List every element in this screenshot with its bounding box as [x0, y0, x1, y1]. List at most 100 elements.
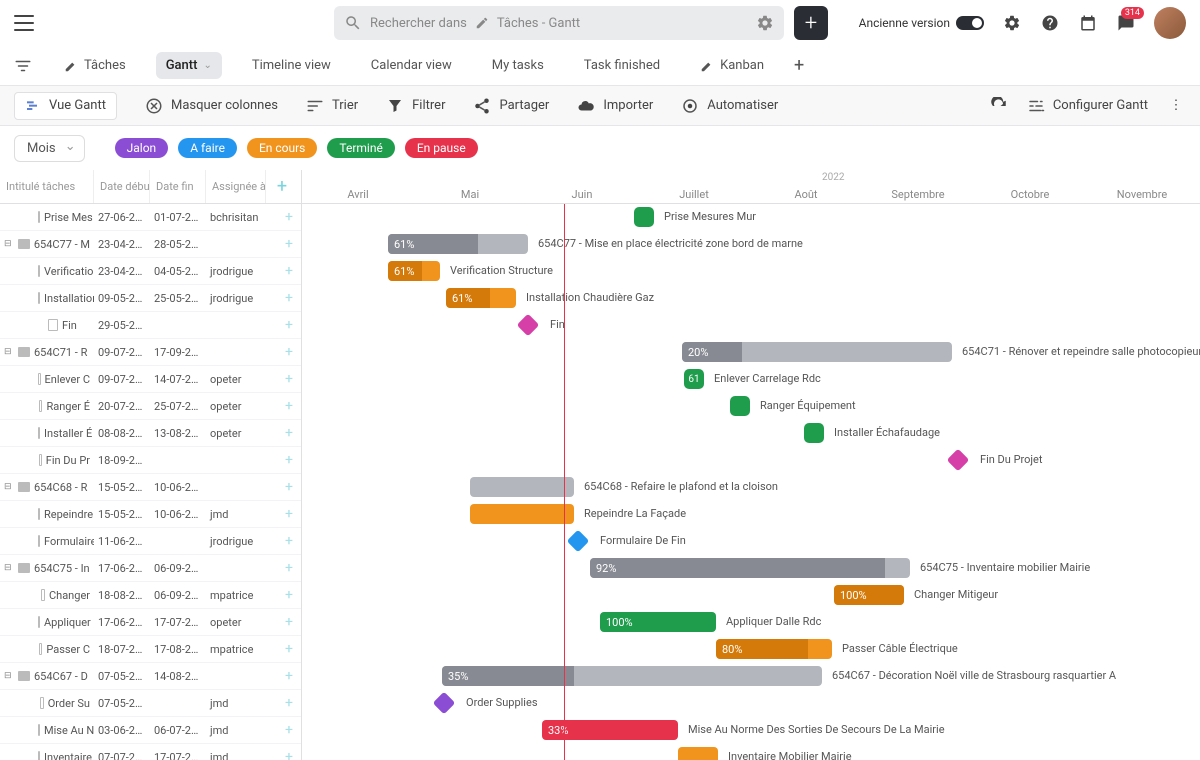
add-subtask-button[interactable]: + [285, 236, 293, 252]
column-header-start[interactable]: Date début [94, 170, 150, 203]
task-row[interactable]: Order Su 07-05-2022 jmd + [0, 690, 301, 717]
settings-icon[interactable] [1002, 13, 1022, 33]
add-subtask-button[interactable]: + [285, 425, 293, 441]
task-row[interactable]: Mise Au N 03-06-2022 06-07-2022 jmd + [0, 717, 301, 744]
gantt-bar[interactable]: 35% [442, 666, 822, 686]
tab-gantt[interactable]: Gantt⌄ [156, 52, 222, 79]
gantt-box[interactable] [634, 207, 654, 227]
task-row[interactable]: ⊟654C68 - R 15-05-2022 10-06-2022 + [0, 474, 301, 501]
calendar-icon[interactable] [1078, 13, 1098, 33]
collapse-icon[interactable]: ⊟ [4, 563, 14, 573]
gantt-box[interactable]: 61 [684, 369, 704, 389]
add-subtask-button[interactable]: + [285, 398, 293, 414]
hide-columns-button[interactable]: Masquer colonnes [145, 97, 278, 115]
gantt-bar[interactable]: 33% [542, 720, 678, 740]
task-row[interactable]: ⊟654C67 - D 07-05-2022 14-08-2022 + [0, 663, 301, 690]
gantt-bar[interactable]: 61% [388, 261, 440, 281]
tab-kanban[interactable]: Kanban [690, 51, 774, 81]
toggle-switch[interactable] [956, 16, 984, 30]
tab-calendar[interactable]: Calendar view [361, 52, 462, 79]
period-dropdown[interactable]: Mois [14, 135, 85, 162]
collapse-icon[interactable]: ⊟ [4, 239, 14, 249]
notifications-icon[interactable]: 314 [1116, 13, 1136, 33]
add-subtask-button[interactable]: + [285, 533, 293, 549]
filter-button[interactable]: Filtrer [386, 97, 445, 115]
task-row[interactable]: Fin Du Pr 18-09-2022 + [0, 447, 301, 474]
search-input[interactable]: Rechercher dans Tâches - Gantt [334, 6, 784, 40]
add-column-button[interactable]: + [266, 170, 298, 203]
column-header-end[interactable]: Date fin [150, 170, 206, 203]
gantt-bar[interactable]: 80% [716, 639, 832, 659]
column-header-name[interactable]: Intitulé tâches [0, 170, 94, 203]
task-row[interactable]: Formulaire 11-06-2022 jrodrigue + [0, 528, 301, 555]
gantt-bar[interactable] [470, 477, 574, 497]
configure-gantt-button[interactable]: Configurer Gantt [1027, 97, 1148, 115]
gantt-bar[interactable]: 100% [600, 612, 716, 632]
add-button[interactable]: + [794, 6, 828, 40]
collapse-icon[interactable]: ⊟ [4, 347, 14, 357]
more-icon[interactable]: ⋮ [1166, 96, 1186, 116]
add-subtask-button[interactable]: + [285, 209, 293, 225]
add-subtask-button[interactable]: + [285, 317, 293, 333]
task-row[interactable]: Installation 09-05-2022 25-05-2022 jrodr… [0, 285, 301, 312]
chip-jalon[interactable]: Jalon [115, 138, 169, 158]
task-row[interactable]: Appliquer 17-06-2022 17-07-2022 opeter + [0, 609, 301, 636]
gantt-box[interactable] [730, 396, 750, 416]
gantt-bar[interactable] [470, 504, 574, 524]
add-subtask-button[interactable]: + [285, 506, 293, 522]
task-row[interactable]: Passer C 18-07-2022 17-08-2022 mpatrice … [0, 636, 301, 663]
filter-settings-icon[interactable] [14, 57, 34, 75]
avatar[interactable] [1154, 7, 1186, 39]
add-subtask-button[interactable]: + [285, 641, 293, 657]
share-button[interactable]: Partager [473, 97, 549, 115]
add-subtask-button[interactable]: + [285, 371, 293, 387]
add-subtask-button[interactable]: + [285, 452, 293, 468]
menu-icon[interactable] [14, 15, 34, 31]
chip-afaire[interactable]: A faire [178, 138, 237, 158]
gantt-bar[interactable]: 92% [590, 558, 910, 578]
task-row[interactable]: Ranger É 20-07-2022 25-07-2022 opeter + [0, 393, 301, 420]
view-gantt-button[interactable]: Vue Gantt [14, 92, 117, 120]
collapse-icon[interactable]: ⊟ [4, 482, 14, 492]
reload-icon[interactable] [989, 96, 1009, 116]
sort-button[interactable]: Trier [306, 97, 358, 115]
task-row[interactable]: Fin 29-05-2022 + [0, 312, 301, 339]
task-row[interactable]: Changer 18-08-2022 06-09-2022 mpatrice + [0, 582, 301, 609]
add-subtask-button[interactable]: + [285, 695, 293, 711]
gantt-bar[interactable]: 100% [834, 585, 904, 605]
add-subtask-button[interactable]: + [285, 587, 293, 603]
tab-finished[interactable]: Task finished [574, 52, 670, 79]
import-button[interactable]: Importer [577, 97, 653, 115]
collapse-icon[interactable]: ⊟ [4, 671, 14, 681]
task-row[interactable]: Installer É 08-08-2022 13-08-2022 opeter… [0, 420, 301, 447]
gantt-bar[interactable]: 20% [682, 342, 952, 362]
task-row[interactable]: Prise Mes 27-06-2022 01-07-2022 bchrisit… [0, 204, 301, 231]
tab-timeline[interactable]: Timeline view [242, 52, 341, 79]
add-subtask-button[interactable]: + [285, 749, 293, 760]
gantt-bar[interactable]: 61% [446, 288, 516, 308]
milestone-diamond[interactable] [517, 314, 540, 337]
add-subtask-button[interactable]: + [285, 668, 293, 684]
column-header-assignee[interactable]: Assignée à : [206, 170, 266, 203]
task-row[interactable]: Repeindre 15-05-2022 10-06-2022 jmd + [0, 501, 301, 528]
gantt-box[interactable] [804, 423, 824, 443]
add-subtask-button[interactable]: + [285, 344, 293, 360]
milestone-diamond[interactable] [567, 530, 590, 553]
task-row[interactable]: Enlever C 09-07-2022 14-07-2022 opeter + [0, 366, 301, 393]
milestone-diamond[interactable] [433, 692, 456, 715]
old-version-toggle[interactable]: Ancienne version [859, 16, 984, 30]
gantt-bar[interactable]: 61% [388, 234, 528, 254]
task-row[interactable]: Verification 23-04-2022 04-05-2022 jrodr… [0, 258, 301, 285]
add-subtask-button[interactable]: + [285, 614, 293, 630]
task-row[interactable]: Inventaire 07-07-2022 17-07-2022 jmd + [0, 744, 301, 760]
add-subtask-button[interactable]: + [285, 263, 293, 279]
gantt-panel[interactable]: 2022 AvrilMaiJuinJuilletAoûtSeptembreOct… [302, 170, 1200, 760]
gear-icon[interactable] [756, 14, 774, 32]
add-tab-button[interactable]: + [794, 55, 804, 76]
tab-taches[interactable]: Tâches [54, 51, 136, 81]
task-row[interactable]: ⊟654C77 - M 23-04-2022 28-05-2022 + [0, 231, 301, 258]
add-subtask-button[interactable]: + [285, 290, 293, 306]
tab-mytasks[interactable]: My tasks [482, 52, 554, 79]
chip-pause[interactable]: En pause [405, 138, 478, 158]
gantt-bar[interactable] [678, 747, 718, 760]
